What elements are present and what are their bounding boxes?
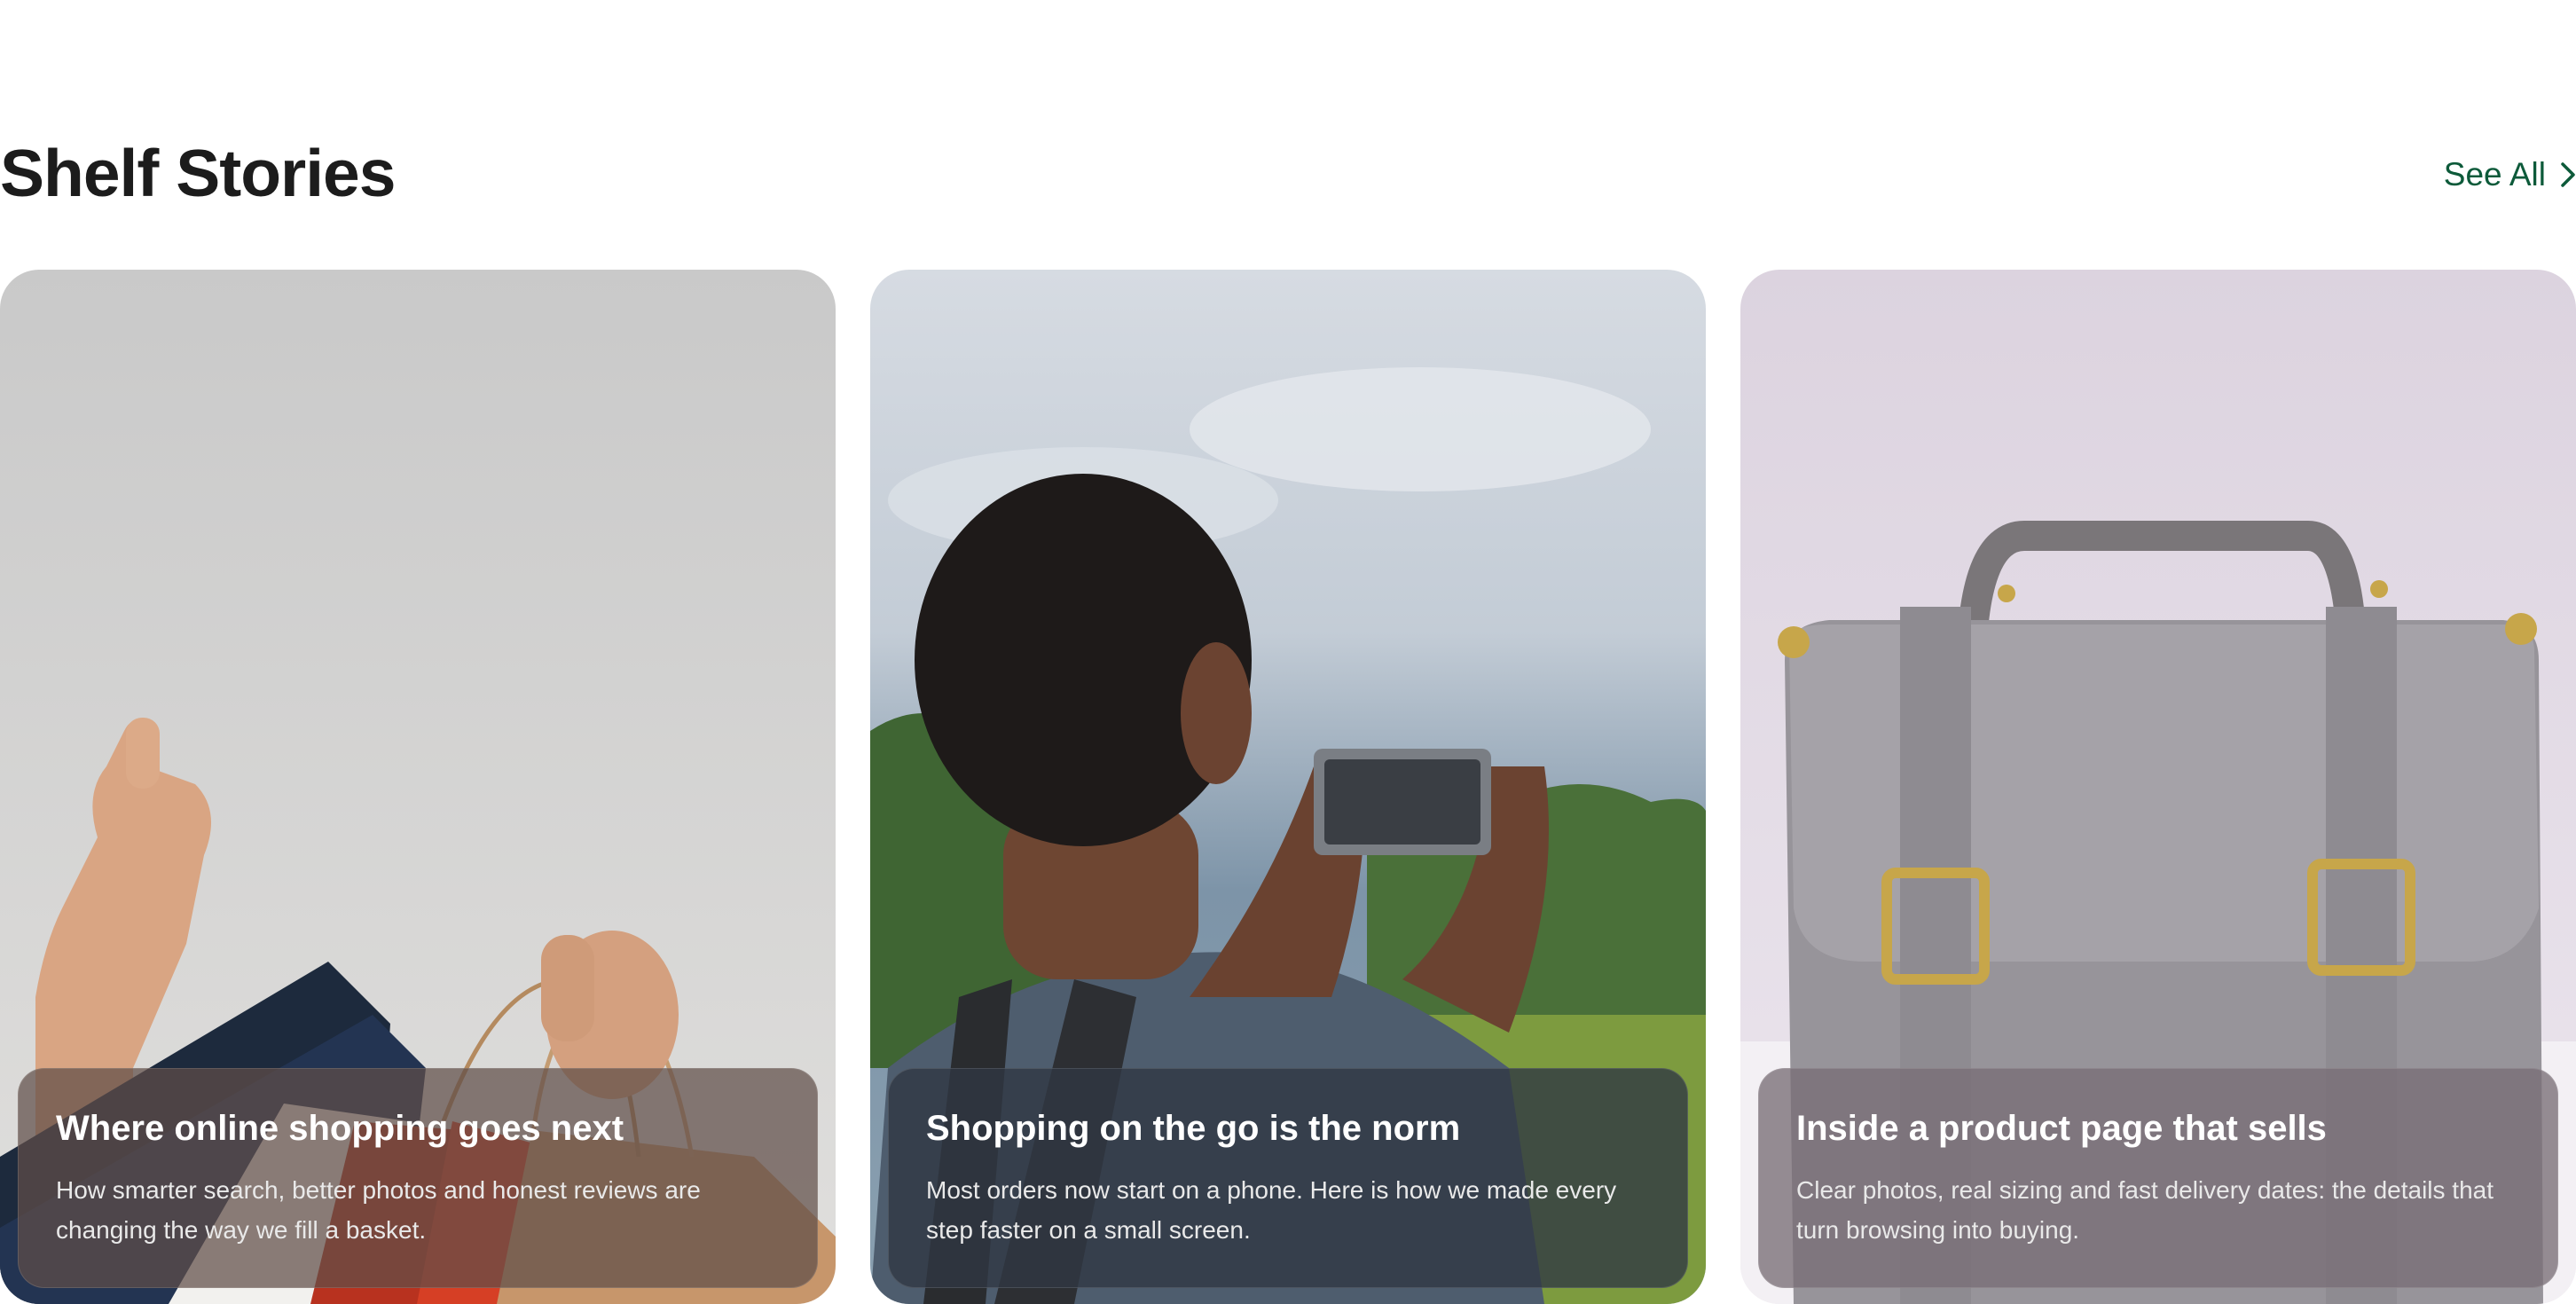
section-header: Shelf Stories See All: [0, 124, 2576, 231]
card-description: Most orders now start on a phone. Here i…: [926, 1176, 1617, 1245]
story-card[interactable]: Inside a product page that sells Clear p…: [1740, 270, 2576, 1304]
card-caption-panel: Inside a product page that sells Clear p…: [1758, 1068, 2558, 1288]
story-cards: Where online shopping goes next How smar…: [0, 270, 2576, 1304]
card-description: Clear photos, real sizing and fast deliv…: [1796, 1176, 2494, 1245]
section-title: Shelf Stories: [0, 136, 396, 210]
chevron-right-icon: [2561, 161, 2575, 187]
see-all-label: See All: [2443, 156, 2546, 192]
card-caption-panel: Where online shopping goes next How smar…: [18, 1068, 818, 1288]
see-all-link[interactable]: See All: [2444, 158, 2576, 191]
card-description: How smarter search, better photos and ho…: [56, 1176, 701, 1245]
story-card[interactable]: Shopping on the go is the norm Most orde…: [870, 270, 1706, 1304]
card-title: Inside a product page that sells: [1796, 1109, 2327, 1148]
card-caption-panel: Shopping on the go is the norm Most orde…: [888, 1068, 1688, 1288]
story-card[interactable]: Where online shopping goes next How smar…: [0, 270, 836, 1304]
card-title: Shopping on the go is the norm: [926, 1109, 1461, 1148]
card-title: Where online shopping goes next: [56, 1109, 624, 1148]
